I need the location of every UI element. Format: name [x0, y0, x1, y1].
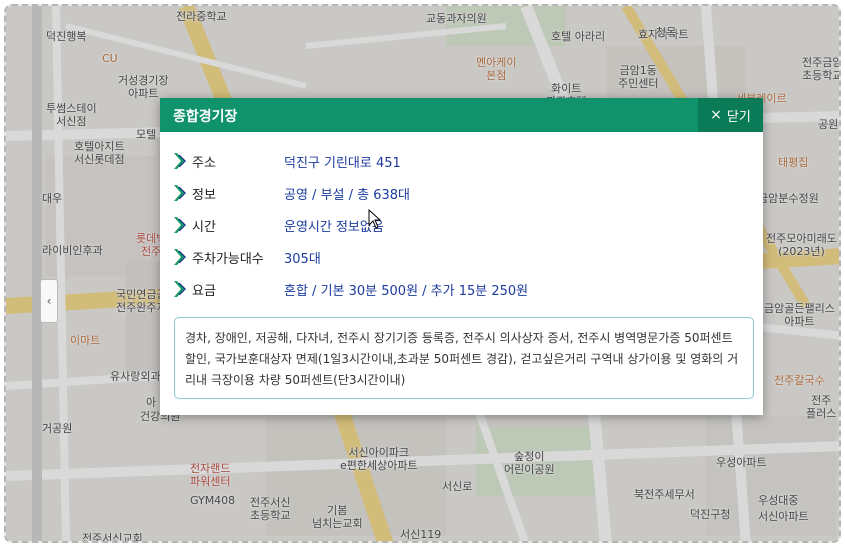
row-value: 305대: [284, 251, 321, 267]
row-value: 공영 / 부설 / 총 638대: [284, 187, 410, 203]
chevron-right-icon: [174, 249, 186, 265]
chevron-right-icon: [174, 281, 186, 297]
parking-info-popup: 종합경기장 × 닫기 주소 덕진구 기린대로 451 정보 공영 / 부설 / …: [160, 98, 763, 415]
row-hours: 시간 운영시간 정보없음: [173, 214, 384, 236]
close-label: 닫기: [726, 109, 751, 125]
side-panel-toggle[interactable]: ‹: [40, 279, 58, 323]
row-label: 요금: [192, 283, 216, 299]
row-fee: 요금 혼합 / 기본 30분 500원 / 추가 15분 250원: [173, 278, 528, 300]
row-label: 주소: [192, 155, 216, 171]
popup-header: 종합경기장 × 닫기: [160, 98, 763, 132]
chevron-right-icon: [174, 185, 186, 201]
row-label: 주차가능대수: [192, 251, 264, 267]
close-button[interactable]: × 닫기: [698, 98, 763, 132]
row-label: 시간: [192, 219, 216, 235]
mouse-cursor-icon: [368, 209, 382, 229]
row-label: 정보: [192, 187, 216, 203]
row-available: 주차가능대수 305대: [173, 246, 321, 268]
row-address: 주소 덕진구 기린대로 451: [173, 150, 401, 172]
chevron-left-icon: ‹: [46, 294, 52, 308]
row-value: 혼합 / 기본 30분 500원 / 추가 15분 250원: [284, 283, 529, 299]
row-info: 정보 공영 / 부설 / 총 638대: [173, 182, 410, 204]
chevron-right-icon: [174, 217, 186, 233]
close-icon: ×: [710, 107, 722, 123]
map-frame: 전라중학교 교동과자의원 덕진행복 CU 효자아파트 호텔 아라리 청목 금암1동 주민센터 거성…: [4, 4, 841, 543]
chevron-right-icon: [174, 153, 186, 169]
row-value: 덕진구 기린대로 451: [284, 155, 401, 171]
popup-title: 종합경기장: [173, 109, 238, 125]
discount-note: 경차, 장애인, 저공해, 다자녀, 전주시 장기기증 등록증, 전주시 의사상…: [174, 317, 754, 399]
